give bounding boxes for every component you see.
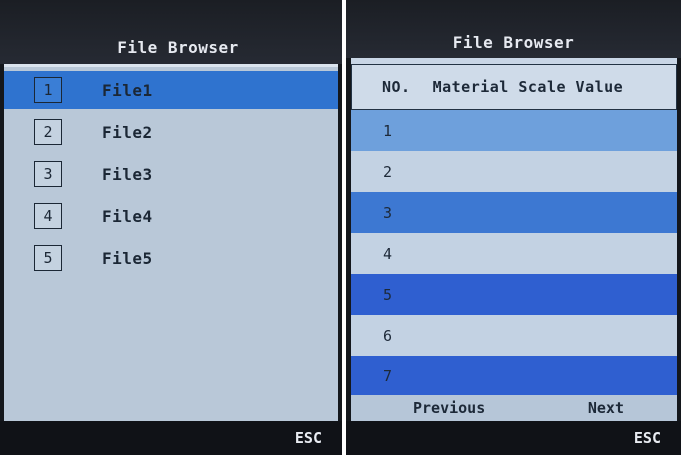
file-browser-screen-right: File Browser NO. Material Scale Value 1 … bbox=[346, 0, 681, 455]
row-number: 6 bbox=[383, 326, 393, 345]
column-header-material-scale-value: Material Scale Value bbox=[432, 78, 624, 96]
title-bar: File Browser bbox=[0, 0, 342, 64]
file-number-box: 1 bbox=[34, 77, 62, 103]
screen-title: File Browser bbox=[117, 38, 239, 57]
screen-title: File Browser bbox=[452, 33, 575, 52]
file-item-2[interactable]: 2 File2 bbox=[4, 113, 338, 151]
row-number: 5 bbox=[383, 285, 393, 304]
esc-button[interactable]: ESC bbox=[295, 429, 322, 447]
esc-button[interactable]: ESC bbox=[634, 429, 661, 447]
table-row[interactable]: 3 bbox=[351, 192, 677, 233]
row-number: 1 bbox=[383, 121, 393, 140]
row-number: 2 bbox=[383, 162, 393, 181]
table-row[interactable]: 7 bbox=[351, 356, 677, 395]
pagination-bar: Previous Next bbox=[351, 395, 677, 421]
table-header: NO. Material Scale Value bbox=[351, 64, 677, 110]
bottom-bar: ESC bbox=[346, 421, 681, 455]
file-browser-screen-left: File Browser 1 File1 2 File2 3 File3 4 F… bbox=[0, 0, 342, 455]
file-item-3[interactable]: 3 File3 bbox=[4, 155, 338, 193]
table-row[interactable]: 4 bbox=[351, 233, 677, 274]
previous-button[interactable]: Previous bbox=[413, 399, 485, 417]
file-item-5[interactable]: 5 File5 bbox=[4, 239, 338, 277]
file-name: File5 bbox=[102, 248, 153, 268]
bottom-bar: ESC bbox=[0, 421, 342, 455]
file-item-1[interactable]: 1 File1 bbox=[4, 71, 338, 109]
file-item-4[interactable]: 4 File4 bbox=[4, 197, 338, 235]
row-number: 4 bbox=[383, 244, 393, 263]
column-header-no: NO. bbox=[382, 78, 411, 96]
file-name: File1 bbox=[102, 80, 153, 100]
file-list: 1 File1 2 File2 3 File3 4 File4 5 File5 bbox=[4, 64, 338, 421]
title-bar: File Browser bbox=[346, 0, 681, 58]
material-table: NO. Material Scale Value 1 2 3 4 5 6 7 P… bbox=[351, 58, 677, 421]
file-number-box: 5 bbox=[34, 245, 62, 271]
file-name: File4 bbox=[102, 206, 153, 226]
file-name: File3 bbox=[102, 164, 153, 184]
file-name: File2 bbox=[102, 122, 153, 142]
table-row[interactable]: 5 bbox=[351, 274, 677, 315]
row-number: 7 bbox=[383, 366, 393, 385]
file-number-box: 4 bbox=[34, 203, 62, 229]
file-number-box: 2 bbox=[34, 119, 62, 145]
next-button[interactable]: Next bbox=[588, 399, 624, 417]
table-row[interactable]: 1 bbox=[351, 110, 677, 151]
page: File Browser 1 File1 2 File2 3 File3 4 F… bbox=[0, 0, 681, 455]
table-row[interactable]: 2 bbox=[351, 151, 677, 192]
file-number-box: 3 bbox=[34, 161, 62, 187]
table-row[interactable]: 6 bbox=[351, 315, 677, 356]
row-number: 3 bbox=[383, 203, 393, 222]
